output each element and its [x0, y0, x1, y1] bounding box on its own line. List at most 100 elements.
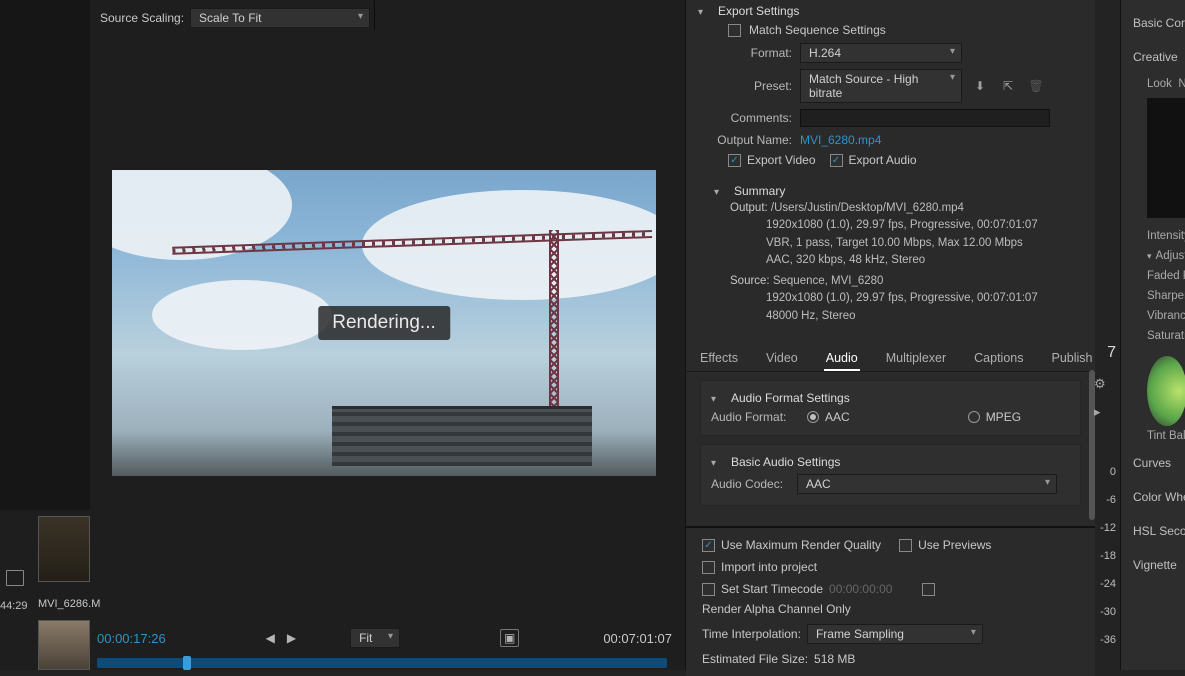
source-scaling-dropdown[interactable]: Scale To Fit — [190, 8, 370, 28]
meter-db-2: -12 — [1094, 514, 1116, 542]
summary-output-line2: VBR, 1 pass, Target 10.00 Mbps, Max 12.0… — [766, 235, 1067, 252]
start-tc-value: 00:00:00:00 — [829, 582, 892, 596]
left-bin-panel — [0, 0, 90, 510]
audio-codec-value: AAC — [806, 477, 831, 491]
tab-audio[interactable]: Audio — [824, 347, 860, 371]
lumetri-tint-balance[interactable]: Tint Bala — [1133, 426, 1185, 446]
lumetri-look-preview[interactable] — [1147, 98, 1185, 218]
lumetri-color-wheel-preview[interactable] — [1147, 356, 1185, 426]
bin-duration: 44:29 — [0, 600, 28, 612]
tab-video[interactable]: Video — [764, 347, 800, 371]
render-alpha-checkbox[interactable] — [922, 583, 935, 596]
meter-db-5: -30 — [1094, 598, 1116, 626]
lumetri-saturation[interactable]: Saturatio — [1133, 326, 1185, 346]
clip-thumb-1-label: MVI_6286.M — [38, 598, 100, 610]
tab-publish[interactable]: Publish — [1050, 347, 1095, 371]
max-render-label: Use Maximum Render Quality — [721, 538, 881, 552]
meter-db-6: -36 — [1094, 626, 1116, 654]
match-sequence-label: Match Sequence Settings — [749, 23, 886, 37]
audio-format-aac-label: AAC — [825, 410, 850, 424]
clip-thumb-2[interactable] — [38, 620, 90, 670]
est-size-value: 518 MB — [814, 652, 855, 666]
source-scaling-label: Source Scaling: — [100, 11, 184, 25]
preset-dropdown[interactable]: Match Source - High bitrate — [800, 69, 962, 103]
max-render-checkbox[interactable] — [702, 539, 715, 552]
delete-preset-icon[interactable]: 🗑 — [1026, 77, 1046, 95]
lumetri-color-wheels[interactable]: Color Whee — [1133, 480, 1185, 514]
lumetri-creative[interactable]: Creative — [1133, 40, 1185, 74]
audio-format-mpeg-label: MPEG — [986, 410, 1021, 424]
step-back-button[interactable]: ◀ — [266, 631, 275, 645]
time-interp-dropdown[interactable]: Frame Sampling — [807, 624, 983, 644]
audio-format-aac-radio[interactable] — [807, 411, 819, 423]
export-tabs: Effects Video Audio Multiplexer Captions… — [686, 339, 1095, 372]
lumetri-curves[interactable]: Curves — [1133, 446, 1185, 480]
format-dropdown[interactable]: H.264 — [800, 43, 962, 63]
zoom-fit-dropdown[interactable]: Fit — [350, 628, 400, 648]
safe-margins-icon[interactable]: ▣ — [500, 629, 519, 647]
preview-monitor[interactable]: Rendering... — [112, 170, 656, 476]
audio-codec-dropdown[interactable]: AAC — [797, 474, 1057, 494]
import-project-label: Import into project — [721, 560, 817, 574]
format-value: H.264 — [809, 46, 841, 60]
basic-audio-title: Basic Audio Settings — [731, 455, 840, 469]
summary-output-label: Output: — [730, 202, 768, 214]
audio-format-header[interactable]: Audio Format Settings — [711, 389, 1070, 407]
source-scaling-value: Scale To Fit — [199, 11, 261, 25]
audio-format-mpeg-radio[interactable] — [968, 411, 980, 423]
tab-multiplexer[interactable]: Multiplexer — [884, 347, 948, 371]
time-interp-label: Time Interpolation: — [702, 627, 801, 641]
panel-gear-icon[interactable]: ⚙ — [1094, 370, 1114, 398]
export-video-checkbox[interactable] — [728, 154, 741, 167]
building — [332, 406, 592, 466]
export-settings-header[interactable]: Export Settings — [698, 2, 1083, 20]
basic-audio-header[interactable]: Basic Audio Settings — [711, 453, 1070, 471]
lumetri-vignette[interactable]: Vignette — [1133, 548, 1185, 582]
set-start-tc-label: Set Start Timecode — [721, 582, 823, 596]
audio-codec-label: Audio Codec: — [711, 477, 789, 491]
playhead[interactable] — [183, 656, 191, 670]
insert-icon[interactable] — [6, 570, 24, 586]
comments-input[interactable] — [800, 109, 1050, 127]
summary-source-label: Source: — [730, 275, 770, 287]
audio-format-label: Audio Format: — [711, 410, 789, 424]
meter-db-1: -6 — [1094, 486, 1116, 514]
export-audio-checkbox[interactable] — [830, 154, 843, 167]
summary-header[interactable]: Summary — [714, 182, 1067, 200]
save-preset-icon[interactable]: ⬇ — [970, 77, 990, 95]
lumetri-faded-film[interactable]: Faded Fi — [1133, 266, 1185, 286]
match-sequence-checkbox[interactable] — [728, 24, 741, 37]
lumetri-vibrance[interactable]: Vibrance — [1133, 306, 1185, 326]
set-start-tc-checkbox[interactable] — [702, 583, 715, 596]
summary-source-line0: Sequence, MVI_6280 — [773, 275, 884, 287]
export-audio-label: Export Audio — [849, 153, 917, 167]
preset-label: Preset: — [698, 79, 792, 93]
lumetri-intensity[interactable]: Intensity — [1133, 226, 1185, 246]
play-button[interactable]: ▶ — [287, 631, 296, 645]
lumetri-sharpen[interactable]: Sharpen — [1133, 286, 1185, 306]
use-previews-checkbox[interactable] — [899, 539, 912, 552]
panel-collapse-icon[interactable]: ▸ — [1094, 398, 1114, 426]
output-name-link[interactable]: MVI_6280.mp4 — [800, 133, 881, 147]
summary-output-path: /Users/Justin/Desktop/MVI_6280.mp4 — [771, 202, 964, 214]
import-project-checkbox[interactable] — [702, 561, 715, 574]
scrub-bar[interactable] — [97, 658, 667, 668]
import-preset-icon[interactable]: ⇱ — [998, 77, 1018, 95]
meter-db-4: -24 — [1094, 570, 1116, 598]
lumetri-look-value[interactable]: N — [1178, 78, 1185, 90]
comments-label: Comments: — [698, 111, 792, 125]
lumetri-hsl-secondary[interactable]: HSL Second — [1133, 514, 1185, 548]
output-name-label: Output Name: — [698, 133, 792, 147]
summary-source-line1: 1920x1080 (1.0), 29.97 fps, Progressive,… — [766, 290, 1067, 307]
format-label: Format: — [698, 46, 792, 60]
tab-effects[interactable]: Effects — [698, 347, 740, 371]
lumetri-adjustments[interactable]: Adjustme — [1133, 246, 1185, 266]
export-video-label: Export Video — [747, 153, 816, 167]
clip-thumb-1[interactable] — [38, 516, 90, 582]
use-previews-label: Use Previews — [918, 538, 991, 552]
export-settings-title: Export Settings — [718, 4, 799, 18]
time-interp-value: Frame Sampling — [816, 627, 904, 641]
tab-captions[interactable]: Captions — [972, 347, 1025, 371]
timecode-current[interactable]: 00:00:17:26 — [97, 631, 166, 646]
lumetri-basic-correction[interactable]: Basic Correc — [1133, 6, 1185, 40]
